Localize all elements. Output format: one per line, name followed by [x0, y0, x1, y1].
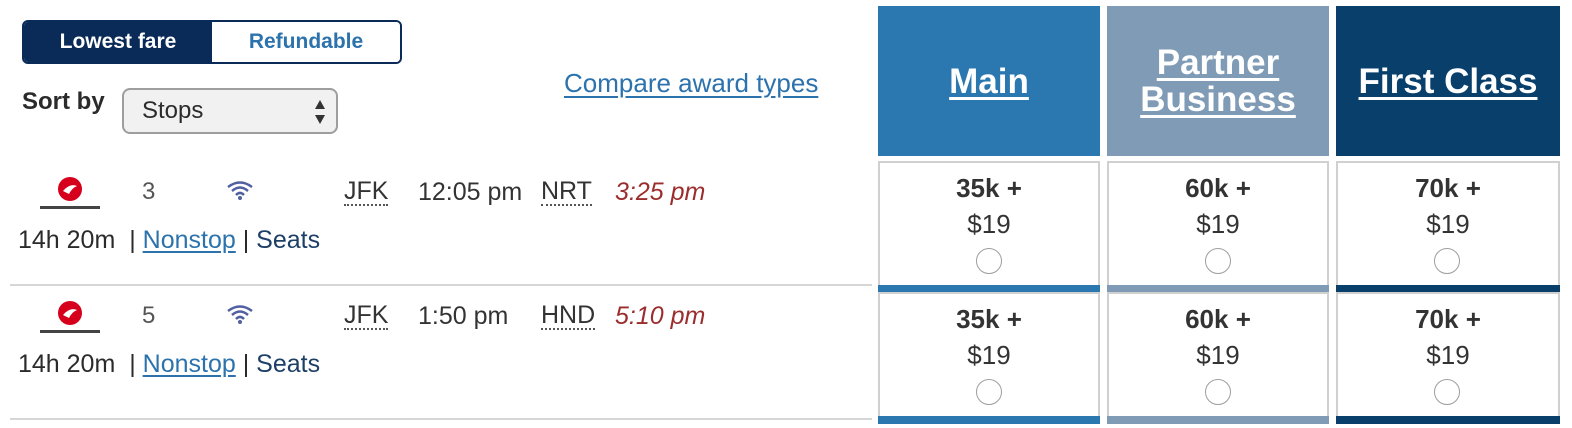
fare-type-toggle: Lowest fare Refundable: [22, 20, 402, 64]
separator: |: [235, 226, 257, 254]
depart-time: 12:05 pm: [418, 178, 523, 206]
fare-radio[interactable]: [1205, 248, 1231, 274]
fare-tax: $19: [1196, 340, 1240, 370]
nonstop-link[interactable]: Nonstop: [143, 350, 236, 378]
fare-miles: 70k +: [1415, 173, 1481, 203]
lowest-fare-tab[interactable]: Lowest fare: [24, 22, 212, 62]
nonstop-link[interactable]: Nonstop: [143, 226, 236, 254]
fare-cell-main[interactable]: 35k + $19: [878, 292, 1100, 424]
refundable-tab[interactable]: Refundable: [212, 22, 400, 62]
depart-airport[interactable]: JFK: [344, 302, 389, 330]
fare-miles: 60k +: [1185, 304, 1251, 334]
sort-select[interactable]: Stops: [122, 88, 338, 134]
row-divider: [10, 418, 872, 420]
airline-logo: [36, 174, 104, 219]
fare-radio[interactable]: [1434, 379, 1460, 405]
sort-label: Sort by: [22, 88, 105, 115]
depart-airport[interactable]: JFK: [344, 178, 389, 206]
flight-duration: 14h 20m: [18, 350, 116, 378]
fare-tax: $19: [1196, 209, 1240, 239]
wifi-indicator: [226, 304, 254, 329]
fare-header-label: Main: [949, 61, 1029, 101]
fare-miles: 60k +: [1185, 173, 1251, 203]
fare-cell-first-class[interactable]: 70k + $19: [1336, 161, 1560, 293]
flight-meta: 14h 20m | Nonstop | Seats: [18, 226, 320, 255]
flight-duration: 14h 20m: [18, 226, 116, 254]
separator: |: [122, 226, 143, 254]
fare-color-bar: [878, 416, 1100, 424]
wifi-icon: [227, 181, 253, 200]
sort-selected-value: Stops: [142, 97, 204, 124]
arrive-time: 5:10 pm: [615, 302, 706, 330]
fare-header-partner-business[interactable]: Partner Business: [1107, 6, 1329, 156]
arrive-time: 3:25 pm: [615, 178, 706, 206]
arrive-airport[interactable]: NRT: [541, 178, 592, 206]
fare-cell-partner-business[interactable]: 60k + $19: [1107, 161, 1329, 293]
seats-link[interactable]: Seats: [256, 226, 320, 254]
fare-tax: $19: [1426, 209, 1470, 239]
japan-airlines-logo-icon: [40, 301, 100, 333]
fare-cell-first-class[interactable]: 70k + $19: [1336, 292, 1560, 424]
fare-radio[interactable]: [1205, 379, 1231, 405]
separator: |: [122, 350, 143, 378]
fare-radio[interactable]: [976, 379, 1002, 405]
stops-count: 3: [142, 178, 156, 205]
wifi-icon: [227, 305, 253, 324]
fare-miles: 35k +: [956, 173, 1022, 203]
fare-cell-partner-business[interactable]: 60k + $19: [1107, 292, 1329, 424]
depart-time: 1:50 pm: [418, 302, 509, 330]
fare-miles: 35k +: [956, 304, 1022, 334]
fare-color-bar: [1107, 416, 1329, 424]
flight-meta: 14h 20m | Nonstop | Seats: [18, 350, 320, 379]
fare-header-label: First Class: [1358, 61, 1538, 101]
seats-link[interactable]: Seats: [256, 350, 320, 378]
stops-count: 5: [142, 302, 156, 329]
compare-award-types-link[interactable]: Compare award types: [564, 68, 818, 99]
fare-header-main[interactable]: Main: [878, 6, 1100, 156]
airline-logo: [36, 298, 104, 343]
separator: |: [235, 350, 257, 378]
fare-tax: $19: [967, 340, 1011, 370]
fare-cell-main[interactable]: 35k + $19: [878, 161, 1100, 293]
japan-airlines-logo-icon: [40, 177, 100, 209]
select-arrows-icon: [315, 100, 325, 124]
fare-header-first-class[interactable]: First Class: [1336, 6, 1560, 156]
fare-color-bar: [1336, 416, 1560, 424]
wifi-indicator: [226, 180, 254, 205]
fare-radio[interactable]: [976, 248, 1002, 274]
row-divider: [10, 284, 872, 286]
fare-miles: 70k +: [1415, 304, 1481, 334]
fare-header-label: Partner Business: [1140, 43, 1296, 119]
fare-tax: $19: [1426, 340, 1470, 370]
fare-radio[interactable]: [1434, 248, 1460, 274]
fare-tax: $19: [967, 209, 1011, 239]
arrive-airport[interactable]: HND: [541, 302, 596, 330]
